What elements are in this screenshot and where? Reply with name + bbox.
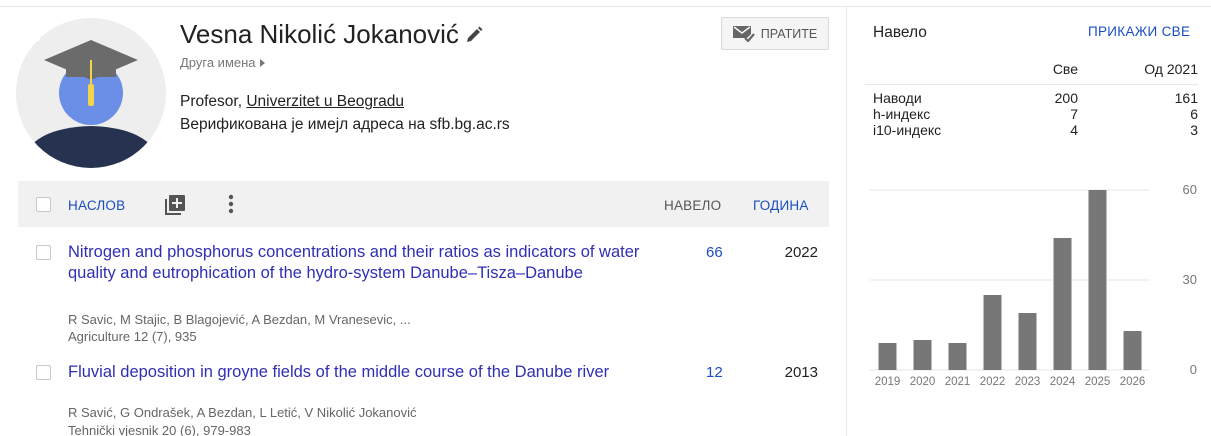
other-names-toggle[interactable]: Друга имена — [180, 55, 265, 70]
x-tick-label: 2019 — [875, 376, 901, 388]
affiliation: Profesor, Univerzitet u Beogradu — [180, 93, 404, 111]
stats-since: 161 — [1174, 90, 1198, 106]
caret-right-icon — [259, 59, 265, 67]
column-divider — [846, 6, 847, 436]
bar[interactable] — [878, 343, 897, 370]
table-row: Fluvial deposition in groyne fields of t… — [18, 362, 829, 436]
other-names-label: Друга имена — [180, 55, 256, 70]
x-tick-label: 2025 — [1085, 376, 1111, 388]
y-tick-label: 30 — [1183, 272, 1197, 287]
y-tick-label: 0 — [1190, 362, 1197, 377]
article-title-link[interactable]: Nitrogen and phosphorus concentrations a… — [68, 242, 658, 284]
bar[interactable] — [1053, 238, 1072, 370]
bar[interactable] — [948, 343, 967, 370]
x-tick-label: 2023 — [1015, 376, 1041, 388]
articles-table-header: НАСЛОВ НАВЕЛО ГОДИНА — [18, 181, 829, 227]
stats-label[interactable]: i10-индекс — [873, 122, 941, 138]
article-venue: Tehnički vjesnik 20 (6), 979-983 — [68, 423, 251, 436]
sort-by-cited[interactable]: НАВЕЛО — [664, 198, 721, 213]
follow-label: ПРАТИТЕ — [760, 26, 818, 41]
stats-label[interactable]: Наводи — [873, 90, 922, 106]
x-tick-label: 2026 — [1120, 376, 1146, 388]
cited-count-link[interactable]: 66 — [706, 244, 736, 261]
stats-label[interactable]: h-индекс — [873, 106, 930, 122]
more-vert-icon[interactable] — [224, 193, 238, 215]
select-all-checkbox[interactable] — [36, 197, 51, 212]
bar[interactable] — [1018, 313, 1037, 370]
add-article-icon[interactable] — [165, 195, 185, 215]
stats-row-i10-index: i10-индекс 4 3 — [865, 122, 1198, 138]
sort-by-year[interactable]: ГОДИНА — [753, 198, 809, 213]
edit-pencil-icon[interactable] — [465, 26, 483, 44]
show-all-link[interactable]: ПРИКАЖИ СВЕ — [1088, 24, 1190, 39]
stats-row-h-index: h-индекс 7 6 — [865, 106, 1198, 122]
article-year: 2022 — [784, 244, 818, 261]
avatar[interactable] — [16, 18, 166, 168]
profile-name: Vesna Nikolić Jokanović — [180, 19, 459, 49]
x-tick-label: 2024 — [1050, 376, 1076, 388]
bar[interactable] — [983, 295, 1002, 370]
institution-link[interactable]: Univerzitet u Beogradu — [246, 93, 404, 110]
row-checkbox[interactable] — [36, 245, 51, 260]
add-photo-icon[interactable] — [16, 18, 42, 44]
stats-since: 3 — [1190, 122, 1198, 138]
stats-all: 4 — [1070, 122, 1078, 138]
cited-by-title: Навело — [873, 24, 927, 41]
bar[interactable] — [1088, 190, 1107, 370]
article-year: 2013 — [784, 364, 818, 381]
y-tick-label: 60 — [1183, 182, 1197, 197]
x-tick-label: 2022 — [980, 376, 1006, 388]
article-venue: Agriculture 12 (7), 935 — [68, 329, 197, 344]
bar[interactable] — [1123, 331, 1142, 370]
row-checkbox[interactable] — [36, 365, 51, 380]
verified-email: Верификована је имејл адреса на sfb.bg.a… — [180, 116, 510, 133]
citations-per-year-chart: 0 30 60 2019 2020 2021 2022 2023 2024 2025 2026 — [870, 182, 1197, 388]
mail-check-icon — [732, 25, 755, 42]
stats-since: 6 — [1190, 106, 1198, 122]
x-tick-label: 2021 — [945, 376, 971, 388]
citation-stats-table: Све Од 2021 Наводи 200 161 h-индекс 7 6 … — [865, 55, 1198, 138]
stats-all: 7 — [1070, 106, 1078, 122]
col-all: Све — [1052, 61, 1078, 77]
article-title-link[interactable]: Fluvial deposition in groyne fields of t… — [68, 362, 658, 383]
article-authors: R Savić, G Ondrašek, A Bezdan, L Letić, … — [68, 405, 417, 420]
stats-header: Све Од 2021 — [865, 55, 1198, 85]
bar[interactable] — [913, 340, 932, 370]
position-label: Profesor, — [180, 93, 247, 110]
cited-count-link[interactable]: 12 — [706, 364, 736, 381]
article-authors: R Savic, M Stajic, B Blagojević, A Bezda… — [68, 312, 411, 327]
follow-button[interactable]: ПРАТИТЕ — [721, 17, 829, 50]
sort-by-title[interactable]: НАСЛОВ — [68, 198, 125, 213]
col-since: Од 2021 — [1144, 61, 1198, 77]
table-row: Nitrogen and phosphorus concentrations a… — [18, 242, 829, 352]
stats-all: 200 — [1054, 90, 1078, 106]
x-tick-label: 2020 — [910, 376, 936, 388]
stats-row-citations: Наводи 200 161 — [865, 90, 1198, 106]
top-divider — [0, 6, 1211, 7]
